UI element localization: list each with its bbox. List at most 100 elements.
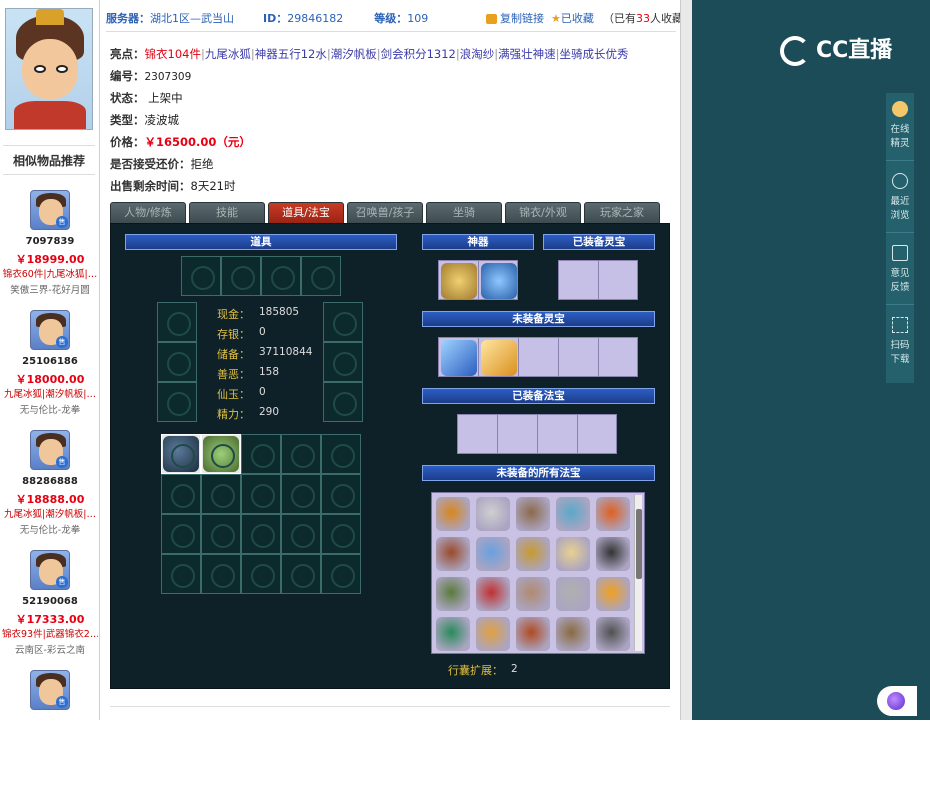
fabao-item-icon[interactable] <box>436 577 470 611</box>
nav-recent[interactable]: 最近浏览 <box>886 165 914 233</box>
nav-online-helper[interactable]: 在线精灵 <box>886 93 914 161</box>
cc-logo-icon <box>780 36 810 66</box>
assistant-button[interactable] <box>877 686 917 716</box>
fabao-item-icon[interactable] <box>476 617 510 651</box>
equip-slot[interactable] <box>157 342 197 382</box>
fabao-item-icon[interactable] <box>476 577 510 611</box>
fabao-item-icon[interactable] <box>516 497 550 531</box>
similar-item[interactable]: 售 52190068 ￥17333.00 锦衣93件|武器锦衣2… 云南区-彩云… <box>0 550 100 670</box>
similar-item-avatar[interactable]: 售 <box>30 430 70 470</box>
artifact-item-icon[interactable] <box>441 263 477 299</box>
server-value: 湖北1区—武当山 <box>150 12 234 25</box>
fabao-item-icon[interactable] <box>596 497 630 531</box>
tab-home[interactable]: 玩家之家 <box>584 202 660 224</box>
stat-label: 现金： <box>217 308 250 321</box>
bag-slot[interactable] <box>321 434 361 474</box>
similar-item-avatar[interactable]: 售 <box>30 670 70 710</box>
bag-slot[interactable] <box>241 474 281 514</box>
bag-slot[interactable] <box>161 434 201 474</box>
similar-item-avatar[interactable]: 售 <box>30 310 70 350</box>
bag-slot[interactable] <box>241 554 281 594</box>
tab-skills[interactable]: 技能 <box>189 202 265 224</box>
artifact-item-icon[interactable] <box>481 263 517 299</box>
copy-link-button[interactable]: 复制链接 <box>486 6 544 32</box>
bag-slot[interactable] <box>201 554 241 594</box>
similar-item-server: 无与伦比-龙拳 <box>19 405 81 416</box>
bag-slot[interactable] <box>201 474 241 514</box>
bargain-row: 是否接受还价：拒绝 <box>110 157 214 171</box>
bag-slot[interactable] <box>161 554 201 594</box>
fabao-item-icon[interactable] <box>476 537 510 571</box>
bag-slot[interactable] <box>321 514 361 554</box>
equip-slot[interactable] <box>157 302 197 342</box>
highlight-tag[interactable]: 神器五行12水 <box>255 47 327 61</box>
fabao-item-icon[interactable] <box>556 497 590 531</box>
fabao-item-icon[interactable] <box>596 577 630 611</box>
spirit-item-icon[interactable] <box>481 340 517 376</box>
bag-slot[interactable] <box>281 474 321 514</box>
equip-slot[interactable] <box>221 256 261 296</box>
highlight-tag[interactable]: 九尾冰狐 <box>205 47 251 61</box>
fabao-item-icon[interactable] <box>556 617 590 651</box>
fabao-item-icon[interactable] <box>556 577 590 611</box>
id-label: ID： <box>263 12 288 25</box>
fabao-item-icon[interactable] <box>436 537 470 571</box>
highlight-tag[interactable]: 坐骑成长优秀 <box>560 47 629 61</box>
equip-slot[interactable] <box>181 256 221 296</box>
bag-slot[interactable] <box>201 434 241 474</box>
bag-slot[interactable] <box>281 554 321 594</box>
fabao-scrollbar[interactable] <box>634 495 642 651</box>
similar-item-server: 云南区-彩云之南 <box>15 645 85 656</box>
tab-outfits[interactable]: 锦衣/外观 <box>505 202 581 224</box>
nav-feedback[interactable]: 意见反馈 <box>886 237 914 305</box>
bag-slot[interactable] <box>281 514 321 554</box>
highlight-tag[interactable]: 浪淘纱 <box>460 47 495 61</box>
bag-slot[interactable] <box>241 434 281 474</box>
tab-character[interactable]: 人物/修炼 <box>110 202 186 224</box>
stat-value: 37110844 <box>259 346 313 358</box>
equip-slot[interactable] <box>261 256 301 296</box>
bag-item-icon[interactable] <box>163 436 199 472</box>
stat-label: 存银： <box>217 328 250 341</box>
tab-mounts[interactable]: 坐骑 <box>426 202 502 224</box>
bag-slot[interactable] <box>161 474 201 514</box>
all-fabao-header: 未装备的所有法宝 <box>422 465 655 481</box>
fabao-item-icon[interactable] <box>516 577 550 611</box>
highlight-tag[interactable]: 剑会积分1312 <box>381 47 456 61</box>
fabao-item-icon[interactable] <box>596 617 630 651</box>
fabao-item-icon[interactable] <box>596 537 630 571</box>
equip-slot[interactable] <box>323 382 363 422</box>
similar-item[interactable]: 售 7097839 ￥18999.00 锦衣60件|九尾冰狐|… 笑傲三界-花好… <box>0 190 100 310</box>
nav-scan-download[interactable]: 扫码下载 <box>886 309 914 377</box>
fabao-item-icon[interactable] <box>436 617 470 651</box>
equip-slot[interactable] <box>323 342 363 382</box>
favorite-button[interactable]: ★已收藏 <box>551 6 594 32</box>
similar-item[interactable]: 售 88286888 ￥18888.00 九尾冰狐|潮汐帆板|… 无与伦比-龙拳 <box>0 430 100 550</box>
fabao-item-icon[interactable] <box>556 537 590 571</box>
bag-slot[interactable] <box>281 434 321 474</box>
similar-item[interactable]: 售 25106186 ￥18000.00 九尾冰狐|潮汐帆板|… 无与伦比-龙拳 <box>0 310 100 430</box>
bag-slot[interactable] <box>321 554 361 594</box>
bag-slot[interactable] <box>241 514 281 554</box>
highlight-tag[interactable]: 潮汐帆板 <box>331 47 377 61</box>
equip-slot[interactable] <box>323 302 363 342</box>
bag-slot[interactable] <box>321 474 361 514</box>
tab-summons[interactable]: 召唤兽/孩子 <box>347 202 423 224</box>
equip-slot[interactable] <box>301 256 341 296</box>
bag-slot[interactable] <box>201 514 241 554</box>
fabao-item-icon[interactable] <box>516 617 550 651</box>
similar-item[interactable]: 售 <box>0 670 100 790</box>
fabao-item-icon[interactable] <box>476 497 510 531</box>
highlight-tag[interactable]: 满强壮神速 <box>498 47 556 61</box>
spirit-item-icon[interactable] <box>441 340 477 376</box>
bag-item-icon[interactable] <box>203 436 239 472</box>
tab-props[interactable]: 道具/法宝 <box>268 202 344 224</box>
fabao-item-icon[interactable] <box>516 537 550 571</box>
highlight-tag[interactable]: 锦衣104件 <box>145 47 201 61</box>
similar-item-avatar[interactable]: 售 <box>30 550 70 590</box>
fabao-item-icon[interactable] <box>436 497 470 531</box>
equip-slot[interactable] <box>157 382 197 422</box>
number-value: 2307309 <box>144 71 192 83</box>
bag-slot[interactable] <box>161 514 201 554</box>
similar-item-avatar[interactable]: 售 <box>30 190 70 230</box>
